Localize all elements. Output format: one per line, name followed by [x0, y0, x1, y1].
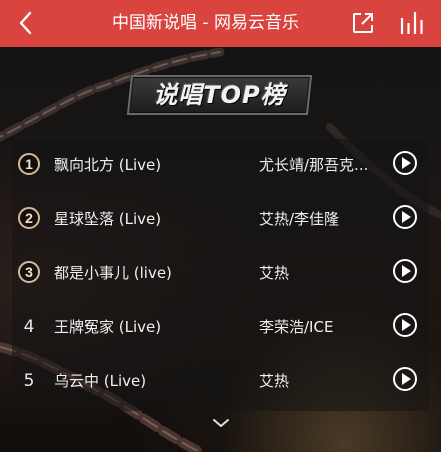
song-artist: 李荣浩/ICE — [259, 318, 334, 336]
rank-number: 5 — [23, 371, 35, 391]
rank-number: 4 — [23, 317, 35, 337]
play-icon[interactable] — [393, 313, 417, 337]
rank-badge: 2 — [18, 207, 40, 229]
song-row-4[interactable]: 4 王牌冤家 (Live) 李荣浩/ICE — [12, 301, 429, 355]
app-header: 中国新说唱 - 网易云音乐 — [0, 0, 441, 47]
song-row-1[interactable]: 1 飘向北方 (Live) 尤长靖/那吾克... — [12, 139, 429, 193]
chevron-down-icon[interactable] — [211, 416, 231, 430]
song-artist: 艾热 — [259, 264, 290, 282]
song-artist: 尤长靖/那吾克... — [259, 156, 369, 174]
song-title: 星球坠落 (Live) — [54, 210, 162, 228]
song-row-5[interactable]: 5 乌云中 (Live) 艾热 — [12, 355, 429, 409]
song-artist: 艾热 — [259, 372, 290, 390]
play-icon[interactable] — [393, 259, 417, 283]
share-icon[interactable] — [351, 11, 375, 35]
rank-badge: 1 — [18, 153, 40, 175]
play-icon[interactable] — [393, 205, 417, 229]
song-title: 飘向北方 (Live) — [54, 156, 162, 174]
back-arrow-icon[interactable] — [14, 11, 38, 35]
song-title: 王牌冤家 (Live) — [54, 318, 162, 336]
song-artist: 艾热/李佳隆 — [259, 210, 340, 228]
play-icon[interactable] — [393, 151, 417, 175]
banner-title: 说唱TOP榜 — [153, 81, 286, 109]
song-row-3[interactable]: 3 都是小事儿 (live) 艾热 — [12, 247, 429, 301]
song-title: 乌云中 (Live) — [54, 372, 147, 390]
page-title: 中国新说唱 - 网易云音乐 — [112, 13, 299, 33]
rank-badge: 3 — [18, 261, 40, 283]
play-icon[interactable] — [393, 367, 417, 391]
song-title: 都是小事儿 (live) — [54, 264, 172, 282]
chart-bars-icon[interactable] — [399, 10, 425, 36]
song-row-2[interactable]: 2 星球坠落 (Live) 艾热/李佳隆 — [12, 193, 429, 247]
